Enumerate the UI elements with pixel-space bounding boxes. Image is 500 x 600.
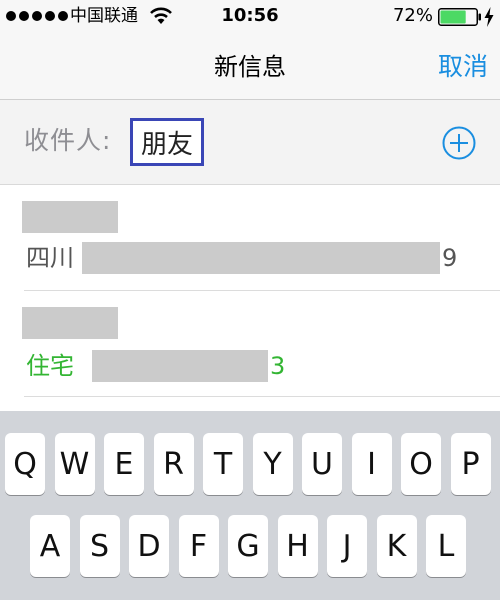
detail-label: 四川 xyxy=(26,244,74,272)
divider xyxy=(24,396,500,397)
key-k[interactable]: K xyxy=(376,515,417,577)
recipient-input[interactable]: 朋友 xyxy=(130,118,204,166)
key-h[interactable]: H xyxy=(277,515,318,577)
key-a[interactable]: A xyxy=(30,515,70,577)
battery-icon xyxy=(438,8,481,26)
battery-fill xyxy=(440,10,466,24)
key-o[interactable]: O xyxy=(401,433,441,495)
key-y[interactable]: Y xyxy=(252,433,293,495)
battery-percent: 72% xyxy=(392,5,433,26)
number-suffix: 3 xyxy=(270,352,286,380)
redacted-name xyxy=(22,201,118,233)
recipient-label: 收件人: xyxy=(24,126,112,155)
detail-label: 住宅 xyxy=(26,352,74,380)
keyboard: QWERTYUIOP ASDFGHJKL xyxy=(0,411,500,600)
key-g[interactable]: G xyxy=(228,515,268,577)
recipient-bar: 收件人: 朋友 xyxy=(0,100,500,185)
status-bar: 中国联通 10:56 72% xyxy=(0,0,500,34)
key-e[interactable]: E xyxy=(104,433,144,495)
key-d[interactable]: D xyxy=(129,515,169,577)
key-j[interactable]: J xyxy=(327,515,367,577)
add-circle-icon[interactable] xyxy=(441,125,477,161)
redacted-number xyxy=(82,242,440,274)
redacted-name xyxy=(22,307,118,339)
key-l[interactable]: L xyxy=(426,515,466,577)
list-item[interactable]: 住宅 3 xyxy=(0,291,500,397)
key-u[interactable]: U xyxy=(302,433,342,495)
key-t[interactable]: T xyxy=(203,433,243,495)
key-w[interactable]: W xyxy=(54,433,95,495)
key-i[interactable]: I xyxy=(351,433,392,495)
list-item[interactable]: 四川 9 xyxy=(0,185,500,291)
suggestion-list: 四川 9 住宅 3 xyxy=(0,185,500,411)
number-suffix: 9 xyxy=(442,244,458,272)
page-title: 新信息 xyxy=(214,53,286,81)
key-s[interactable]: S xyxy=(79,515,120,577)
cancel-button[interactable]: 取消 xyxy=(438,52,488,82)
redacted-number xyxy=(92,350,268,382)
key-f[interactable]: F xyxy=(178,515,219,577)
key-q[interactable]: Q xyxy=(5,433,45,495)
nav-bar: 新信息 取消 xyxy=(0,34,500,100)
charging-bolt-icon xyxy=(484,7,494,27)
key-r[interactable]: R xyxy=(153,433,194,495)
key-p[interactable]: P xyxy=(450,433,491,495)
